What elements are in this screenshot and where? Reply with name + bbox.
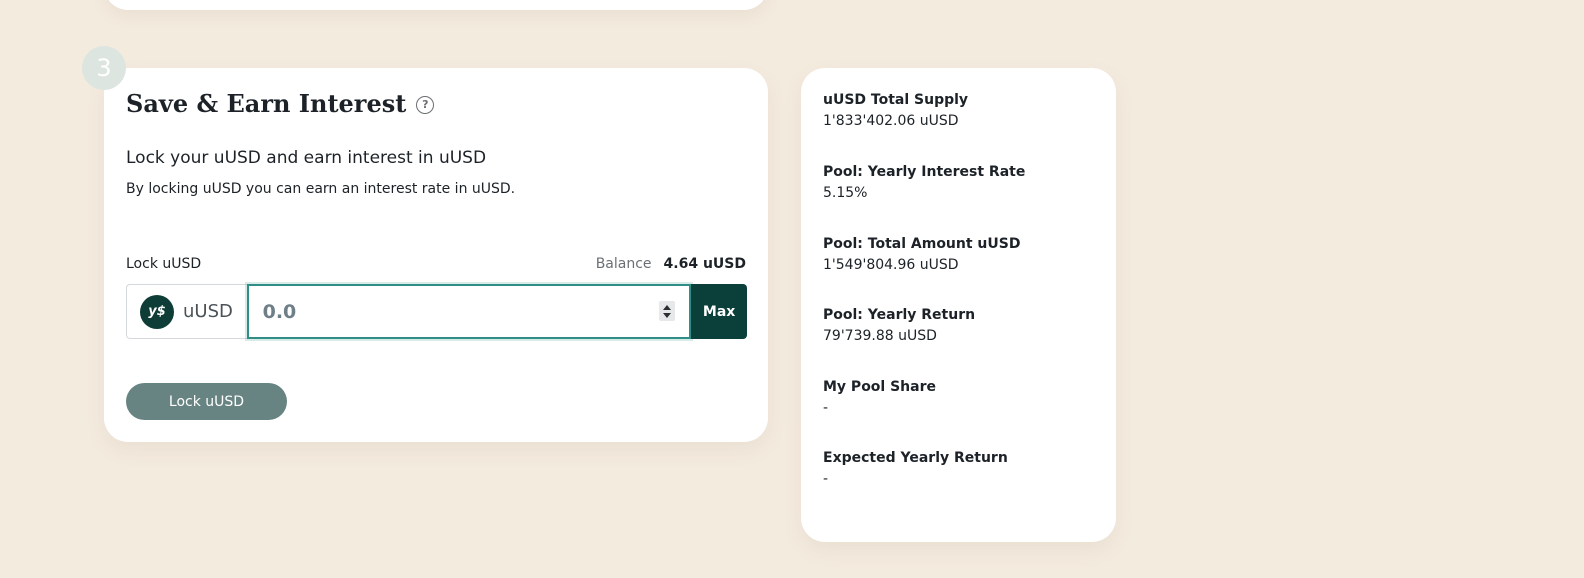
stat-total-amount: Pool: Total Amount uUSD 1'549'804.96 uUS…: [823, 236, 1020, 273]
stat-label: My Pool Share: [823, 379, 936, 395]
help-icon[interactable]: ?: [416, 95, 435, 114]
pool-stats-card: uUSD Total Supply 1'833'402.06 uUSD Pool…: [801, 68, 1116, 542]
stat-total-supply: uUSD Total Supply 1'833'402.06 uUSD: [823, 92, 968, 129]
lock-field-label: Lock uUSD: [126, 256, 202, 272]
uusd-token-icon: y$: [140, 294, 174, 329]
stat-yearly-return: Pool: Yearly Return 79'739.88 uUSD: [823, 307, 975, 344]
spin-down-icon[interactable]: [663, 312, 671, 318]
stat-label: uUSD Total Supply: [823, 92, 969, 108]
token-name: uUSD: [183, 301, 233, 322]
stat-value: 1'549'804.96 uUSD: [823, 257, 959, 273]
stat-label: Expected Yearly Return: [823, 450, 1008, 466]
card-title: Save & Earn Interest: [126, 89, 407, 118]
stat-label: Pool: Yearly Return: [823, 307, 976, 323]
card-description: By locking uUSD you can earn an interest…: [126, 181, 516, 197]
stat-value: -: [823, 400, 829, 416]
number-spinner-icon[interactable]: [659, 301, 675, 321]
stat-expected-yearly-return: Expected Yearly Return -: [823, 450, 1008, 487]
amount-input-group: y$ uUSD Max: [126, 284, 747, 340]
stat-value: 79'739.88 uUSD: [823, 328, 937, 344]
previous-card-edge: [104, 0, 768, 10]
balance-row: Balance 4.64 uUSD: [596, 256, 746, 272]
card-subtitle: Lock your uUSD and earn interest in uUSD: [126, 148, 487, 168]
stat-yearly-interest-rate: Pool: Yearly Interest Rate 5.15%: [823, 164, 1025, 201]
stat-my-pool-share: My Pool Share -: [823, 379, 936, 416]
save-earn-card: Save & Earn Interest ? Lock your uUSD an…: [104, 68, 768, 442]
stat-value: 5.15%: [823, 185, 868, 201]
amount-input[interactable]: [246, 284, 692, 339]
stat-value: -: [823, 471, 829, 487]
stat-label: Pool: Yearly Interest Rate: [823, 164, 1026, 180]
step-number-badge: 3: [82, 46, 126, 90]
max-button[interactable]: Max: [691, 284, 747, 339]
stat-value: 1'833'402.06 uUSD: [823, 113, 959, 129]
spin-up-icon[interactable]: [663, 304, 671, 310]
card-title-row: Save & Earn Interest ?: [126, 89, 435, 118]
stat-label: Pool: Total Amount uUSD: [823, 236, 1021, 252]
token-selector: y$ uUSD: [126, 284, 247, 339]
balance-value: 4.64 uUSD: [663, 256, 746, 272]
balance-label: Balance: [595, 256, 652, 272]
lock-uusd-button[interactable]: Lock uUSD: [126, 383, 287, 420]
